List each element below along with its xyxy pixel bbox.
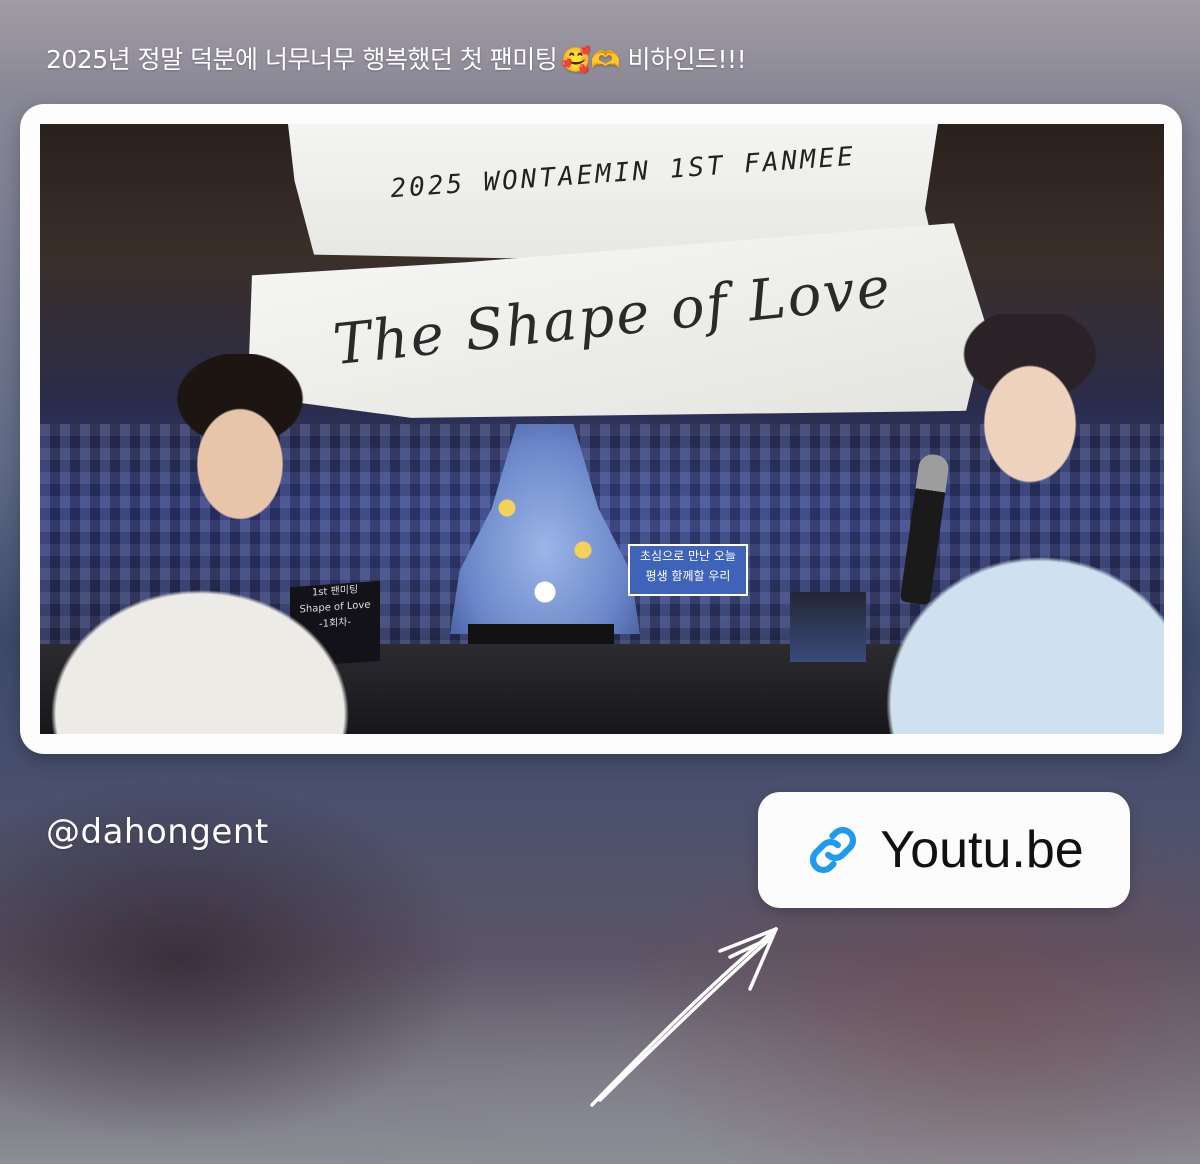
- fanmeeting-photo: 2025 WONTAEMIN 1ST FANMEE The Shape of L…: [40, 124, 1164, 734]
- link-sticker-label: Youtu.be: [880, 821, 1084, 879]
- mention-sticker[interactable]: @dahongent: [46, 812, 269, 852]
- fan-sign-line-1: 초심으로 만난 오늘: [640, 549, 736, 563]
- story-caption: 2025년 정말 덕분에 너무너무 행복했던 첫 팬미팅 🥰🫶 비하인드!!!: [46, 40, 747, 76]
- stage-monitor-right: [790, 592, 866, 662]
- link-icon: [810, 826, 857, 874]
- photo-card: 2025 WONTAEMIN 1ST FANMEE The Shape of L…: [20, 104, 1182, 754]
- caption-suffix: 비하인드!!!: [620, 45, 747, 74]
- fan-sign: 초심으로 만난 오늘 평생 함께할 우리: [628, 544, 748, 596]
- link-sticker[interactable]: Youtu.be: [758, 792, 1130, 908]
- caption-emojis: 🥰🫶: [561, 46, 621, 74]
- hand-drawn-arrow: [590, 927, 778, 1107]
- fan-sign-line-2: 평생 함께할 우리: [645, 569, 731, 583]
- caption-text: 2025년 정말 덕분에 너무너무 행복했던 첫 팬미팅: [46, 45, 558, 74]
- person-left-cutout: [40, 354, 360, 734]
